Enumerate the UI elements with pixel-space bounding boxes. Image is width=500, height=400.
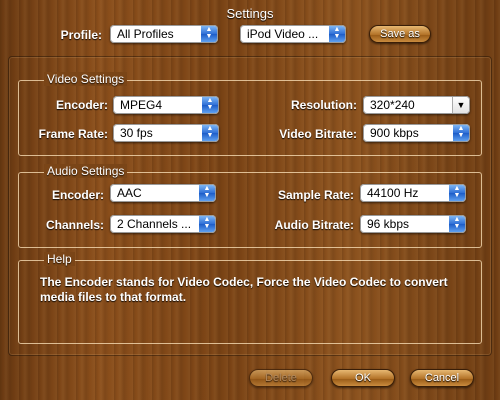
video-settings-legend: Video Settings <box>44 72 128 86</box>
help-text: The Encoder stands for Video Codec, Forc… <box>40 275 448 304</box>
video-bitrate-label: Video Bitrate: <box>279 127 357 141</box>
audio-encoder-label: Encoder: <box>51 188 104 202</box>
video-encoder-value: MPEG4 <box>120 98 163 112</box>
up-down-arrows-icon: ▲ ▼ <box>449 185 465 201</box>
profile-select[interactable]: iPod Video ... ▲ ▼ <box>240 25 346 43</box>
channels-label: Channels: <box>45 218 104 232</box>
resolution-combobox[interactable]: 320*240 ▼ <box>363 96 470 114</box>
up-down-arrows-icon: ▲ ▼ <box>201 26 217 42</box>
frame-rate-value: 30 fps <box>120 126 153 140</box>
sample-rate-select[interactable]: 44100 Hz ▲ ▼ <box>360 184 466 202</box>
video-settings-group <box>18 80 482 156</box>
save-as-button[interactable]: Save as <box>369 25 431 43</box>
sample-rate-label: Sample Rate: <box>277 188 354 202</box>
audio-encoder-value: AAC <box>117 186 142 200</box>
video-encoder-label: Encoder: <box>55 98 108 112</box>
cancel-button[interactable]: Cancel <box>410 369 474 387</box>
sample-rate-value: 44100 Hz <box>367 186 419 200</box>
up-down-arrows-icon: ▲ ▼ <box>199 185 215 201</box>
ok-button[interactable]: OK <box>331 369 395 387</box>
channels-value: 2 Channels ... <box>117 217 192 231</box>
up-down-arrows-icon: ▲ ▼ <box>329 26 345 42</box>
video-bitrate-select[interactable]: 900 kbps ▲ ▼ <box>363 124 470 142</box>
profile-category-value: All Profiles <box>117 27 174 41</box>
up-down-arrows-icon: ▲ ▼ <box>199 216 215 232</box>
up-down-arrows-icon: ▲ ▼ <box>453 125 469 141</box>
frame-rate-select[interactable]: 30 fps ▲ ▼ <box>113 124 219 142</box>
audio-bitrate-label: Audio Bitrate: <box>274 218 354 232</box>
video-encoder-select[interactable]: MPEG4 ▲ ▼ <box>113 96 219 114</box>
up-down-arrows-icon: ▲ ▼ <box>202 97 218 113</box>
chevron-down-icon[interactable]: ▼ <box>452 97 469 113</box>
frame-rate-label: Frame Rate: <box>38 127 108 141</box>
video-bitrate-value: 900 kbps <box>370 126 419 140</box>
delete-button[interactable]: Delete <box>249 369 313 387</box>
audio-bitrate-select[interactable]: 96 kbps ▲ ▼ <box>360 215 466 233</box>
profile-value: iPod Video ... <box>247 27 319 41</box>
resolution-value[interactable]: 320*240 <box>370 98 448 112</box>
profile-label: Profile: <box>60 28 102 42</box>
up-down-arrows-icon: ▲ ▼ <box>449 216 465 232</box>
window-title: Settings <box>226 6 274 21</box>
channels-select[interactable]: 2 Channels ... ▲ ▼ <box>110 215 216 233</box>
profile-category-select[interactable]: All Profiles ▲ ▼ <box>110 25 218 43</box>
audio-settings-legend: Audio Settings <box>44 164 128 178</box>
resolution-label: Resolution: <box>291 98 357 112</box>
audio-encoder-select[interactable]: AAC ▲ ▼ <box>110 184 216 202</box>
up-down-arrows-icon: ▲ ▼ <box>202 125 218 141</box>
audio-bitrate-value: 96 kbps <box>367 217 410 231</box>
help-legend: Help <box>44 252 75 266</box>
